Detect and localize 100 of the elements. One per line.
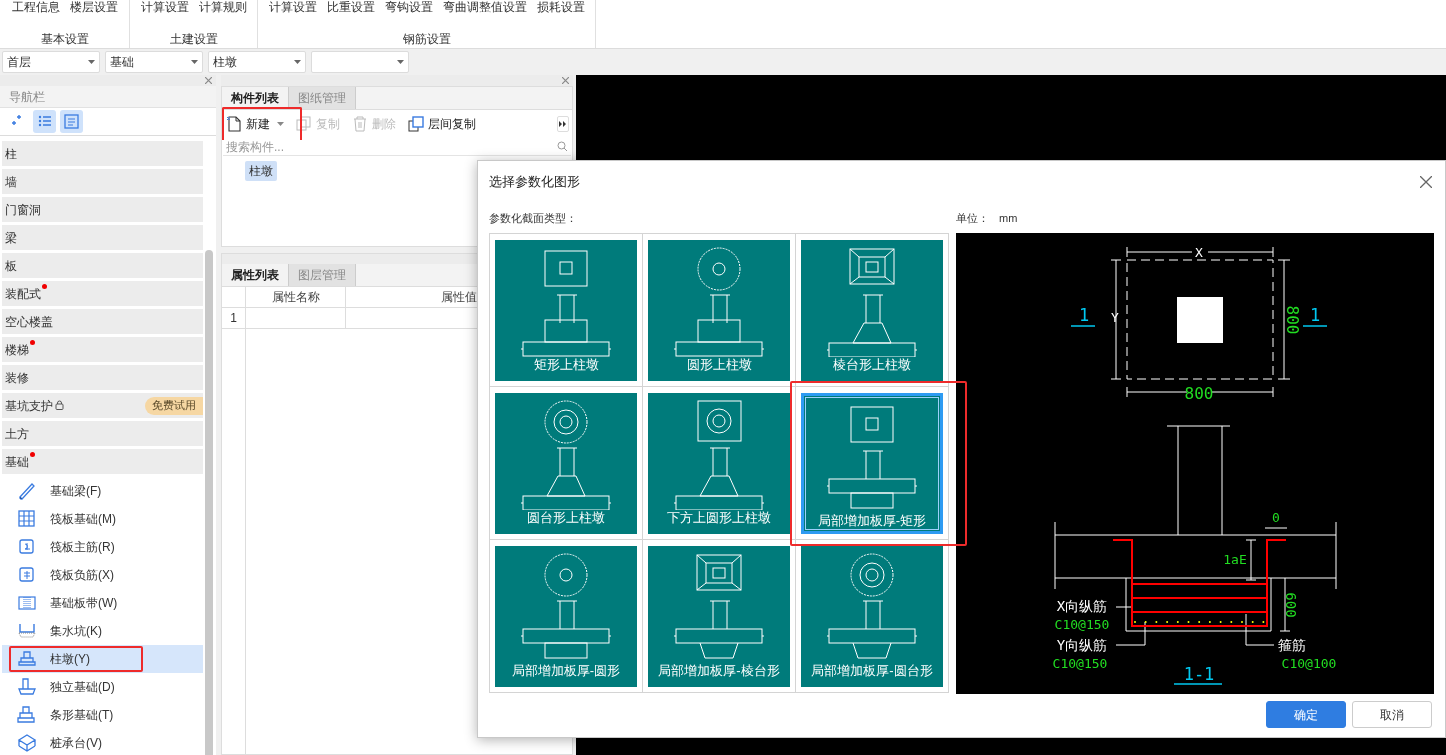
ribbon-item[interactable]: 弯钩设置 xyxy=(384,0,433,14)
dimension-value: 0 xyxy=(1272,510,1280,525)
rebar-spec: C10@150 xyxy=(1054,617,1110,632)
dimension-label: X xyxy=(1195,245,1203,260)
floor-dropdown[interactable]: 首层 xyxy=(2,51,100,73)
grid-icon xyxy=(17,509,37,529)
floor-dropdown[interactable]: 柱墩 xyxy=(208,51,306,73)
dimension-value: 1aE xyxy=(1223,552,1247,567)
category-row[interactable]: 楼梯 xyxy=(2,337,203,362)
caret-icon xyxy=(191,60,198,64)
trash-icon xyxy=(352,116,368,132)
section-mark: 1 xyxy=(1078,305,1090,325)
category-label: 板 xyxy=(5,257,17,275)
dimension-value: 600 xyxy=(1283,592,1299,618)
more-button[interactable] xyxy=(557,116,569,132)
shape-tile[interactable]: 局部增加板厚-圆台形 xyxy=(801,545,943,687)
ribbon-group-label: 土建设置 xyxy=(169,31,218,48)
scrollbar[interactable] xyxy=(205,250,213,755)
ribbon-item[interactable]: 计算设置 xyxy=(140,0,189,14)
view-mode-button[interactable] xyxy=(60,110,83,133)
ribbon-item[interactable]: 计算规则 xyxy=(198,0,247,14)
ribbon-item[interactable]: 弯曲调整值设置 xyxy=(442,0,527,14)
caret-icon xyxy=(397,60,404,64)
category-label: 柱 xyxy=(5,145,17,163)
category-label: 土方 xyxy=(5,425,29,443)
footing-icon xyxy=(17,677,37,697)
floor-dropdown[interactable]: 基础 xyxy=(105,51,203,73)
category-row[interactable]: 墙 xyxy=(2,169,203,194)
dialog-button[interactable]: 确定 xyxy=(1266,701,1346,728)
row-number: 1 xyxy=(222,308,246,328)
shape-tile[interactable]: 圆台形上柱墩 xyxy=(495,392,637,534)
column-header: 属性名称 xyxy=(246,287,346,307)
dimension-value: 800 xyxy=(1283,305,1302,335)
ribbon-item[interactable]: 比重设置 xyxy=(326,0,375,14)
pile-cap-icon xyxy=(17,733,37,753)
dimension-label: Y xyxy=(1111,310,1119,325)
category-label: 楼梯 xyxy=(5,341,29,359)
tree-item[interactable]: 筏板基础(M) xyxy=(2,505,203,533)
shape-tile[interactable]: 局部增加板厚-棱台形 xyxy=(648,545,790,687)
toolbar-button[interactable]: 层间复制 xyxy=(408,112,476,136)
category-label: 梁 xyxy=(5,229,17,247)
component-item[interactable]: 柱墩 xyxy=(245,161,277,181)
close-icon xyxy=(562,77,569,84)
category-row[interactable]: 基坑支护 免费试用 xyxy=(2,393,203,418)
shape-tile[interactable]: 局部增加板厚-矩形 xyxy=(801,392,943,534)
shape-tile[interactable]: 棱台形上柱墩 xyxy=(801,239,943,381)
document-icon xyxy=(63,113,80,130)
ribbon-item[interactable]: 工程信息 xyxy=(11,0,60,14)
unit-value: mm xyxy=(999,210,1018,226)
category-label: 门窗洞 xyxy=(5,201,41,219)
rebar-label: Y向纵筋 xyxy=(1056,637,1108,653)
unit-label: 单位： xyxy=(956,210,989,226)
category-row[interactable]: 装配式 xyxy=(2,281,203,306)
shape-tile[interactable]: 局部增加板厚-圆形 xyxy=(495,545,637,687)
pit-icon xyxy=(17,621,37,641)
ribbon-group-label: 钢筋设置 xyxy=(402,31,451,48)
close-button[interactable] xyxy=(1419,175,1433,189)
category-row[interactable]: 基础 xyxy=(2,449,203,474)
category-row[interactable]: 装修 xyxy=(2,365,203,390)
dialog-title: 选择参数化图形 xyxy=(489,173,580,192)
caret-icon xyxy=(294,60,301,64)
section-mark: 1 xyxy=(1309,305,1321,325)
category-label: 基坑支护 xyxy=(5,397,53,415)
view-mode-button[interactable] xyxy=(33,110,56,133)
close-icon xyxy=(205,77,212,84)
shape-tile[interactable]: 圆形上柱墩 xyxy=(648,239,790,381)
category-row[interactable]: 梁 xyxy=(2,225,203,250)
rebar-label: X向纵筋 xyxy=(1056,598,1108,614)
category-row[interactable]: 门窗洞 xyxy=(2,197,203,222)
new-document-icon xyxy=(226,116,242,132)
category-row[interactable]: 柱 xyxy=(2,141,203,166)
caret-icon xyxy=(88,60,95,64)
category-row[interactable]: 土方 xyxy=(2,421,203,446)
category-row[interactable]: 空心楼盖 xyxy=(2,309,203,334)
panel-title: 导航栏 xyxy=(9,88,45,106)
ribbon-item[interactable]: 楼层设置 xyxy=(69,0,118,14)
dialog-button[interactable]: 取消 xyxy=(1352,701,1432,728)
category-label: 空心楼盖 xyxy=(5,313,53,331)
ribbon-item[interactable]: 损耗设置 xyxy=(536,0,585,14)
stepped-footing-icon xyxy=(17,705,37,725)
tree-item[interactable]: 筏板负筋(X) xyxy=(2,561,203,589)
rebar-spec: C10@100 xyxy=(1281,656,1337,671)
tree-item[interactable]: 基础板带(W) xyxy=(2,589,203,617)
tree-item[interactable]: 条形基础(T) xyxy=(2,701,203,729)
tree-item[interactable]: 筏板主筋(R) xyxy=(2,533,203,561)
rebar-spec: C10@150 xyxy=(1052,656,1108,671)
ribbon-item[interactable]: 计算设置 xyxy=(268,0,317,14)
tree-item[interactable]: 独立基础(D) xyxy=(2,673,203,701)
tree-item[interactable]: 柱墩(Y) xyxy=(2,645,203,673)
trial-badge: 免费试用 xyxy=(145,396,203,415)
tree-item[interactable]: 桩承台(V) xyxy=(2,729,203,755)
tree-item[interactable]: 基础梁(F) xyxy=(2,477,203,505)
tree-item[interactable]: 集水坑(K) xyxy=(2,617,203,645)
category-label: 墙 xyxy=(5,173,17,191)
toolbar-button[interactable]: 新建 xyxy=(226,112,284,136)
shape-tile[interactable]: 下方上圆形上柱墩 xyxy=(648,392,790,534)
section-label: 参数化截面类型： xyxy=(489,210,578,226)
rebar-icon xyxy=(17,537,37,557)
shape-tile[interactable]: 矩形上柱墩 xyxy=(495,239,637,381)
category-row[interactable]: 板 xyxy=(2,253,203,278)
